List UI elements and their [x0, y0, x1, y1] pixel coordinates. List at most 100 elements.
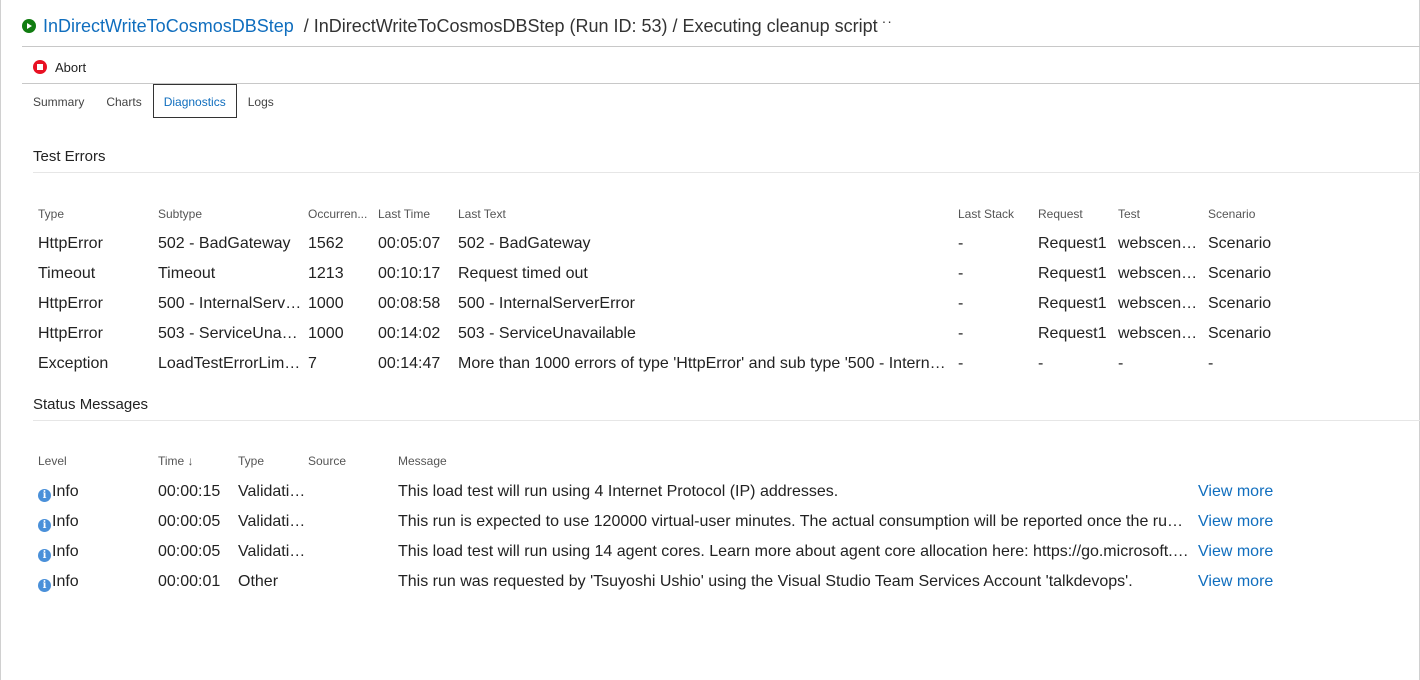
- column-header-message[interactable]: Message: [398, 454, 1190, 468]
- error-cell-request: Request1: [1038, 295, 1114, 313]
- view-more-link[interactable]: View more: [1198, 573, 1278, 591]
- status-cell-message: This run was requested by 'Tsuyoshi Ushi…: [398, 573, 1190, 591]
- status-level-label: Info: [52, 483, 79, 500]
- status-level: iInfo: [38, 483, 153, 502]
- test-name-link[interactable]: InDirectWriteToCosmosDBStep: [43, 16, 294, 37]
- error-cell-occurrences: 1562: [308, 235, 374, 253]
- column-header-scenario[interactable]: Scenario: [1208, 207, 1278, 221]
- test-errors-title: Test Errors: [33, 148, 106, 165]
- abort-button[interactable]: Abort: [33, 58, 86, 76]
- error-cell-scenario: Scenario: [1208, 235, 1278, 253]
- column-header-last-time[interactable]: Last Time: [378, 207, 454, 221]
- error-cell-subtype: Timeout: [158, 265, 303, 283]
- column-header-type[interactable]: Type: [38, 207, 153, 221]
- info-icon: i: [38, 519, 51, 532]
- error-cell-last-text: Request timed out: [458, 265, 953, 283]
- status-level: iInfo: [38, 513, 153, 532]
- error-cell-last-stack: -: [958, 235, 1034, 253]
- error-cell-subtype: 503 - ServiceUnavailable: [158, 325, 303, 343]
- status-cell-time: 00:00:15: [158, 483, 233, 501]
- error-cell-last-time: 00:14:47: [378, 355, 454, 373]
- tab-logs[interactable]: Logs: [237, 84, 285, 118]
- status-cell-type: Validation: [238, 483, 306, 501]
- more-options-icon[interactable]: ··: [882, 13, 893, 29]
- error-cell-occurrences: 7: [308, 355, 374, 373]
- column-header-subtype[interactable]: Subtype: [158, 207, 303, 221]
- error-cell-last-stack: -: [958, 325, 1034, 343]
- play-circle-icon: [22, 19, 36, 33]
- status-level: iInfo: [38, 543, 153, 562]
- status-cell-message: This run is expected to use 120000 virtu…: [398, 513, 1190, 531]
- status-cell-message: This load test will run using 14 agent c…: [398, 543, 1190, 561]
- error-cell-scenario: -: [1208, 355, 1278, 373]
- error-cell-occurrences: 1000: [308, 295, 374, 313]
- status-messages-title: Status Messages: [33, 396, 148, 413]
- error-cell-last-text: 502 - BadGateway: [458, 235, 953, 253]
- error-cell-last-stack: -: [958, 295, 1034, 313]
- error-cell-last-time: 00:08:58: [378, 295, 454, 313]
- error-cell-last-stack: -: [958, 355, 1034, 373]
- column-header-last-text[interactable]: Last Text: [458, 207, 953, 221]
- error-cell-last-stack: -: [958, 265, 1034, 283]
- view-more-link[interactable]: View more: [1198, 513, 1278, 531]
- error-cell-test: webscenario1: [1118, 325, 1204, 343]
- status-cell-type: Validation: [238, 513, 306, 531]
- column-header-test[interactable]: Test: [1118, 207, 1204, 221]
- column-header-last-stack[interactable]: Last Stack: [958, 207, 1034, 221]
- error-cell-type: Exception: [38, 355, 153, 373]
- abort-label: Abort: [55, 60, 86, 75]
- error-cell-last-time: 00:10:17: [378, 265, 454, 283]
- header-divider: [22, 46, 1420, 47]
- status-cell-time: 00:00:05: [158, 513, 233, 531]
- status-cell-message: This load test will run using 4 Internet…: [398, 483, 1190, 501]
- error-cell-test: webscenario1: [1118, 265, 1204, 283]
- status-cell-type: Other: [238, 573, 306, 591]
- breadcrumb: InDirectWriteToCosmosDBStep / InDirectWr…: [22, 12, 893, 40]
- error-cell-subtype: 500 - InternalServerError: [158, 295, 303, 313]
- test-errors-divider: [33, 172, 1420, 173]
- status-cell-time: 00:00:01: [158, 573, 233, 591]
- status-level: iInfo: [38, 573, 153, 592]
- error-cell-scenario: Scenario: [1208, 265, 1278, 283]
- error-cell-occurrences: 1000: [308, 325, 374, 343]
- column-header-request[interactable]: Request: [1038, 207, 1114, 221]
- error-cell-last-text: 503 - ServiceUnavailable: [458, 325, 953, 343]
- error-cell-last-text: More than 1000 errors of type 'HttpError…: [458, 355, 953, 373]
- tab-summary[interactable]: Summary: [22, 84, 95, 118]
- error-cell-test: webscenario1: [1118, 295, 1204, 313]
- column-header-source[interactable]: Source: [308, 454, 393, 468]
- status-level-label: Info: [52, 543, 79, 560]
- error-cell-last-time: 00:05:07: [378, 235, 454, 253]
- column-header-level[interactable]: Level: [38, 454, 153, 468]
- view-more-link[interactable]: View more: [1198, 543, 1278, 561]
- error-cell-type: Timeout: [38, 265, 153, 283]
- view-more-link[interactable]: View more: [1198, 483, 1278, 501]
- status-level-label: Info: [52, 573, 79, 590]
- error-cell-scenario: Scenario: [1208, 325, 1278, 343]
- tab-bar: SummaryChartsDiagnosticsLogs: [22, 84, 285, 118]
- stop-circle-icon: [33, 60, 47, 74]
- error-cell-scenario: Scenario: [1208, 295, 1278, 313]
- error-cell-occurrences: 1213: [308, 265, 374, 283]
- error-cell-request: -: [1038, 355, 1114, 373]
- status-messages-divider: [33, 420, 1420, 421]
- error-cell-request: Request1: [1038, 235, 1114, 253]
- error-cell-test: webscenario1: [1118, 235, 1204, 253]
- info-icon: i: [38, 489, 51, 502]
- column-header-time[interactable]: Time ↓: [158, 454, 233, 468]
- tab-charts[interactable]: Charts: [95, 84, 152, 118]
- status-cell-time: 00:00:05: [158, 543, 233, 561]
- info-icon: i: [38, 549, 51, 562]
- error-cell-request: Request1: [1038, 265, 1114, 283]
- info-icon: i: [38, 579, 51, 592]
- column-header-type[interactable]: Type: [238, 454, 306, 468]
- error-cell-subtype: LoadTestErrorLimitExc...: [158, 355, 303, 373]
- error-cell-type: HttpError: [38, 295, 153, 313]
- error-cell-test: -: [1118, 355, 1204, 373]
- tab-diagnostics[interactable]: Diagnostics: [153, 84, 237, 118]
- error-cell-request: Request1: [1038, 325, 1114, 343]
- column-header-occurrences[interactable]: Occurren...: [308, 207, 374, 221]
- error-cell-type: HttpError: [38, 325, 153, 343]
- breadcrumb-path: / InDirectWriteToCosmosDBStep (Run ID: 5…: [304, 16, 878, 37]
- error-cell-subtype: 502 - BadGateway: [158, 235, 303, 253]
